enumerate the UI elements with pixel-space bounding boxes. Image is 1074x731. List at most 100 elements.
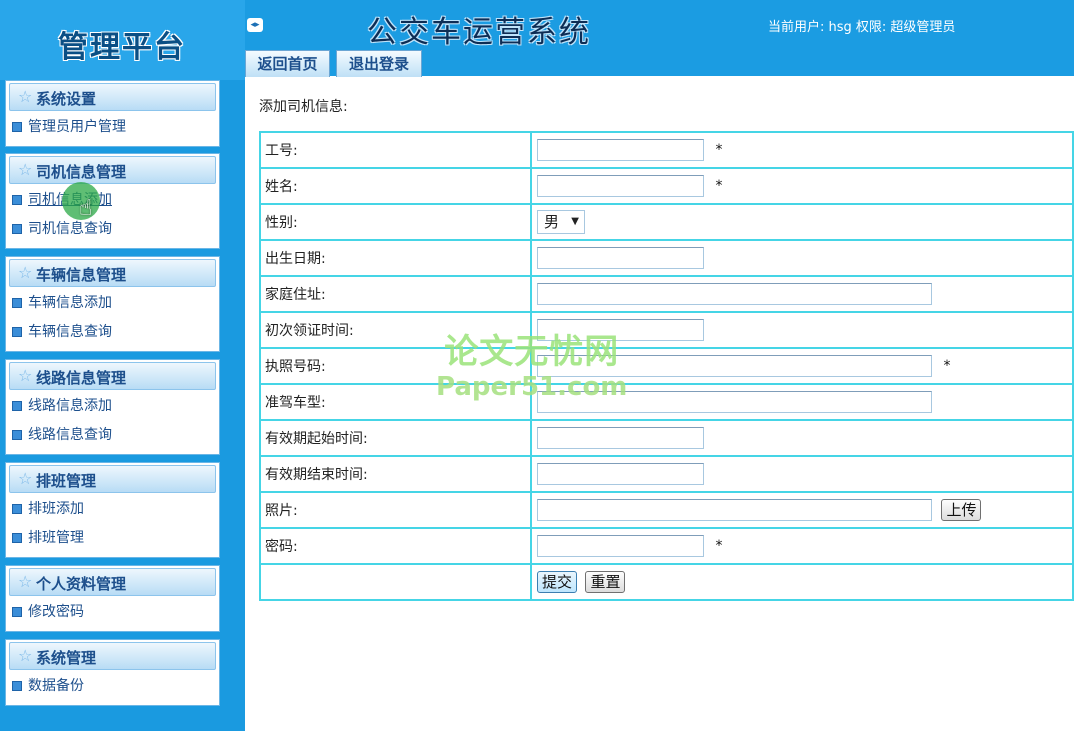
upload-button[interactable]: 上传: [941, 499, 982, 521]
star-icon: ☆: [18, 160, 33, 179]
required-mark: *: [715, 142, 723, 158]
menu-group-title: 系统管理: [36, 649, 97, 667]
driver-form-table: 工号: * 姓名: * 性别: 男 ▼ 出生日期: 家庭住址: 初次领证时间: …: [259, 131, 1074, 601]
sidebar-item-change-password[interactable]: 修改密码: [6, 596, 219, 625]
chevron-down-icon: ▼: [571, 216, 579, 227]
required-mark: *: [943, 358, 951, 374]
form-row: 提交 重置: [259, 563, 1074, 601]
sidebar-item-driver-add[interactable]: 司机信息添加: [6, 184, 219, 213]
menu-group-title: 车辆信息管理: [36, 266, 127, 284]
sidebar: 管理平台 ☆ 系统设置 管理员用户管理 ☆ 司机信息管理 司机信息添加 司机信息…: [0, 0, 245, 731]
form-row: 家庭住址:: [259, 275, 1074, 313]
sidebar-item-route-add[interactable]: 线路信息添加: [6, 390, 219, 419]
tab-home[interactable]: 返回首页: [245, 50, 330, 77]
birth-date-input[interactable]: [537, 247, 704, 269]
gender-select[interactable]: 男 ▼: [537, 210, 585, 234]
menu-group-header[interactable]: ☆ 系统管理: [9, 642, 216, 670]
sidebar-item-driver-query[interactable]: 司机信息查询: [6, 213, 219, 242]
sidebar-item-schedule-manage[interactable]: 排班管理: [6, 522, 219, 551]
header-bar: ◂▸ 公交车运营系统 当前用户: hsg 权限: 超级管理员 返回首页 退出登录: [245, 0, 1074, 77]
valid-to-input[interactable]: [537, 463, 704, 485]
list-bullet-icon: [12, 298, 22, 308]
sidebar-item-label: 修改密码: [28, 604, 84, 620]
sidebar-item-data-backup[interactable]: 数据备份: [6, 670, 219, 699]
menu-group-vehicle-info: ☆ 车辆信息管理 车辆信息添加 车辆信息查询: [5, 256, 220, 352]
vehicle-class-input[interactable]: [537, 391, 932, 413]
form-row: 姓名: *: [259, 167, 1074, 205]
sidebar-item-vehicle-add[interactable]: 车辆信息添加: [6, 287, 219, 316]
sidebar-item-admin-users[interactable]: 管理员用户管理: [6, 111, 219, 140]
password-input[interactable]: [537, 535, 704, 557]
menu-group-title: 系统设置: [36, 90, 97, 108]
form-row: 准驾车型:: [259, 383, 1074, 421]
valid-from-input[interactable]: [537, 427, 704, 449]
list-bullet-icon: [12, 195, 22, 205]
star-icon: ☆: [18, 263, 33, 282]
sidebar-item-label: 线路信息查询: [28, 427, 112, 443]
form-row: 照片: 上传: [259, 491, 1074, 529]
form-row: 密码: *: [259, 527, 1074, 565]
menu-group-header[interactable]: ☆ 车辆信息管理: [9, 259, 216, 287]
birth-date-label: 出生日期:: [259, 239, 532, 277]
menu-group-header[interactable]: ☆ 系统设置: [9, 83, 216, 111]
name-input[interactable]: [537, 175, 704, 197]
gender-selected-value: 男: [544, 213, 560, 231]
address-input[interactable]: [537, 283, 932, 305]
photo-path-input[interactable]: [537, 499, 932, 521]
form-row: 有效期起始时间:: [259, 419, 1074, 457]
name-label: 姓名:: [259, 167, 532, 205]
form-row: 有效期结束时间:: [259, 455, 1074, 493]
list-bullet-icon: [12, 430, 22, 440]
menu-group-schedule: ☆ 排班管理 排班添加 排班管理: [5, 462, 220, 558]
menu-group-system-management: ☆ 系统管理 数据备份: [5, 639, 220, 706]
list-bullet-icon: [12, 607, 22, 617]
menu-group-system-settings: ☆ 系统设置 管理员用户管理: [5, 80, 220, 147]
required-mark: *: [715, 538, 723, 554]
gender-label: 性别:: [259, 203, 532, 241]
sidebar-toggle-icon[interactable]: ◂▸: [247, 18, 263, 32]
submit-button[interactable]: 提交: [537, 571, 578, 593]
menu-group-driver-info: ☆ 司机信息管理 司机信息添加 司机信息查询: [5, 153, 220, 249]
sidebar-item-label: 排班添加: [28, 501, 84, 517]
menu-group-route-info: ☆ 线路信息管理 线路信息添加 线路信息查询: [5, 359, 220, 455]
list-bullet-icon: [12, 122, 22, 132]
list-bullet-icon: [12, 533, 22, 543]
employee-id-input[interactable]: [537, 139, 704, 161]
menu-group-title: 线路信息管理: [36, 369, 127, 387]
valid-to-label: 有效期结束时间:: [259, 455, 532, 493]
star-icon: ☆: [18, 646, 33, 665]
menu-group-header[interactable]: ☆ 线路信息管理: [9, 362, 216, 390]
sidebar-item-label: 司机信息查询: [28, 221, 112, 237]
brand-title: 管理平台: [58, 30, 186, 65]
form-row: 性别: 男 ▼: [259, 203, 1074, 241]
form-row: 执照号码: *: [259, 347, 1074, 385]
sidebar-item-label: 车辆信息查询: [28, 324, 112, 340]
menu-group-title: 个人资料管理: [36, 575, 127, 593]
menu-group-header[interactable]: ☆ 排班管理: [9, 465, 216, 493]
sidebar-item-label: 车辆信息添加: [28, 295, 112, 311]
list-bullet-icon: [12, 504, 22, 514]
sidebar-item-label: 数据备份: [28, 678, 84, 694]
current-user-info: 当前用户: hsg 权限: 超级管理员: [768, 20, 956, 35]
sidebar-item-route-query[interactable]: 线路信息查询: [6, 419, 219, 448]
reset-button[interactable]: 重置: [585, 571, 626, 593]
sidebar-item-label: 排班管理: [28, 530, 84, 546]
form-row: 出生日期:: [259, 239, 1074, 277]
password-label: 密码:: [259, 527, 532, 565]
menu-group-header[interactable]: ☆ 个人资料管理: [9, 568, 216, 596]
menu-group-header[interactable]: ☆ 司机信息管理: [9, 156, 216, 184]
vehicle-class-label: 准驾车型:: [259, 383, 532, 421]
tab-logout[interactable]: 退出登录: [336, 50, 422, 77]
star-icon: ☆: [18, 366, 33, 385]
sidebar-item-schedule-add[interactable]: 排班添加: [6, 493, 219, 522]
star-icon: ☆: [18, 572, 33, 591]
first-license-time-input[interactable]: [537, 319, 704, 341]
sidebar-item-label: 管理员用户管理: [28, 119, 126, 135]
license-no-input[interactable]: [537, 355, 932, 377]
menu-group-title: 排班管理: [36, 472, 97, 490]
list-bullet-icon: [12, 327, 22, 337]
first-license-time-label: 初次领证时间:: [259, 311, 532, 349]
sidebar-item-vehicle-query[interactable]: 车辆信息查询: [6, 316, 219, 345]
form-heading: 添加司机信息:: [259, 99, 348, 115]
star-icon: ☆: [18, 87, 33, 106]
